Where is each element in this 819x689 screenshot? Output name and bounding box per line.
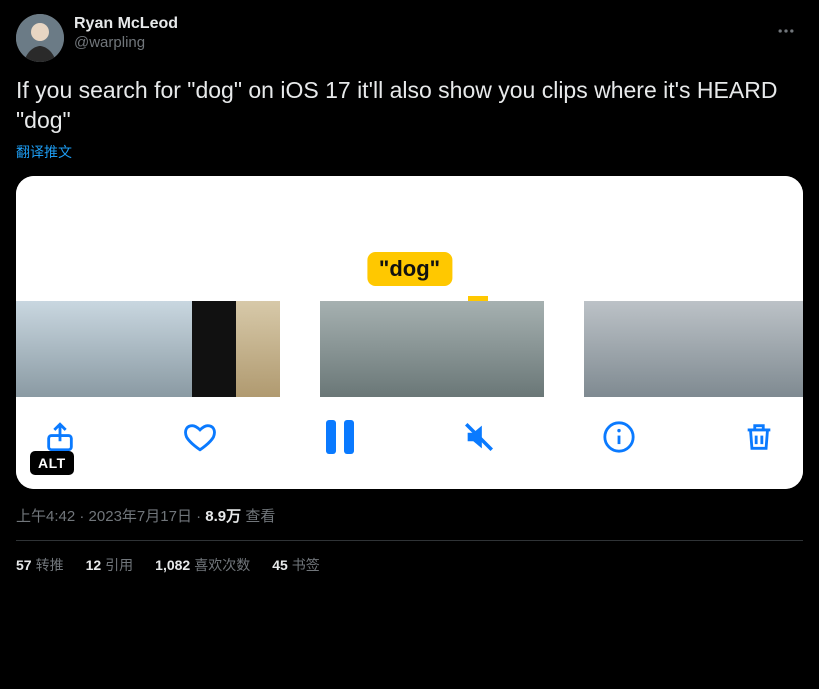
divider xyxy=(16,540,803,541)
clip-group[interactable] xyxy=(584,301,803,397)
trash-icon xyxy=(742,420,776,454)
stat-bookmarks[interactable]: 45书签 xyxy=(272,555,320,575)
thumbnail[interactable] xyxy=(236,301,280,397)
translate-link[interactable]: 翻译推文 xyxy=(16,142,72,162)
tweet-meta: 上午4:42 · 2023年7月17日 · 8.9万 查看 xyxy=(16,505,803,526)
thumbnail[interactable] xyxy=(728,301,776,397)
tweet-header: Ryan McLeod @warpling xyxy=(16,14,803,62)
meta-sep: · xyxy=(192,508,205,525)
mute-button[interactable] xyxy=(457,415,501,459)
media-toolbar xyxy=(16,397,803,489)
thumbnail[interactable] xyxy=(584,301,632,397)
video-thumbnails[interactable] xyxy=(16,301,803,397)
avatar-image xyxy=(16,14,64,62)
thumbnail[interactable] xyxy=(16,301,60,397)
thumbnail[interactable] xyxy=(376,301,432,397)
meta-date[interactable]: 2023年7月17日 xyxy=(89,508,192,525)
meta-sep: · xyxy=(75,508,88,525)
clip-group[interactable] xyxy=(16,301,280,397)
thumbnail[interactable] xyxy=(488,301,544,397)
views-count[interactable]: 8.9万 xyxy=(205,508,241,525)
search-match-badge: "dog" xyxy=(367,252,452,286)
pause-button[interactable] xyxy=(318,415,362,459)
info-button[interactable] xyxy=(597,415,641,459)
stat-count: 45 xyxy=(272,557,288,573)
thumbnail[interactable] xyxy=(192,301,236,397)
share-icon xyxy=(43,420,77,454)
more-icon xyxy=(776,21,796,41)
thumbnail[interactable] xyxy=(432,301,488,397)
thumbnail[interactable] xyxy=(104,301,148,397)
views-label: 查看 xyxy=(241,508,275,525)
info-icon xyxy=(602,420,636,454)
alt-badge[interactable]: ALT xyxy=(30,451,74,475)
tweet-stats: 57转推 12引用 1,082喜欢次数 45书签 xyxy=(16,555,803,575)
stat-likes[interactable]: 1,082喜欢次数 xyxy=(155,555,250,575)
clip-group[interactable] xyxy=(320,301,544,397)
thumbnail[interactable] xyxy=(632,301,680,397)
display-name[interactable]: Ryan McLeod xyxy=(74,14,178,34)
stat-retweets[interactable]: 57转推 xyxy=(16,555,64,575)
tweet-text: If you search for "dog" on iOS 17 it'll … xyxy=(16,76,803,136)
tweet-container: Ryan McLeod @warpling If you search for … xyxy=(0,0,819,589)
thumbnail[interactable] xyxy=(148,301,192,397)
stat-label: 喜欢次数 xyxy=(194,557,250,573)
stat-label: 引用 xyxy=(105,557,133,573)
media-card[interactable]: "dog" xyxy=(16,176,803,489)
meta-time[interactable]: 上午4:42 xyxy=(16,508,75,525)
media-whitespace: "dog" xyxy=(16,176,803,296)
stat-count: 57 xyxy=(16,557,32,573)
thumbnail[interactable] xyxy=(776,301,803,397)
stat-count: 12 xyxy=(86,557,102,573)
author-names: Ryan McLeod @warpling xyxy=(74,14,178,53)
pause-icon xyxy=(326,420,354,454)
delete-button[interactable] xyxy=(737,415,781,459)
speaker-muted-icon xyxy=(462,420,496,454)
stat-count: 1,082 xyxy=(155,557,190,573)
stat-label: 转推 xyxy=(36,557,64,573)
thumbnail[interactable] xyxy=(60,301,104,397)
stat-label: 书签 xyxy=(292,557,320,573)
avatar[interactable] xyxy=(16,14,64,62)
thumbnail[interactable] xyxy=(680,301,728,397)
heart-icon xyxy=(183,420,217,454)
stat-quotes[interactable]: 12引用 xyxy=(86,555,134,575)
handle[interactable]: @warpling xyxy=(74,34,178,53)
like-button[interactable] xyxy=(178,415,222,459)
more-button[interactable] xyxy=(769,14,803,48)
thumbnail[interactable] xyxy=(320,301,376,397)
